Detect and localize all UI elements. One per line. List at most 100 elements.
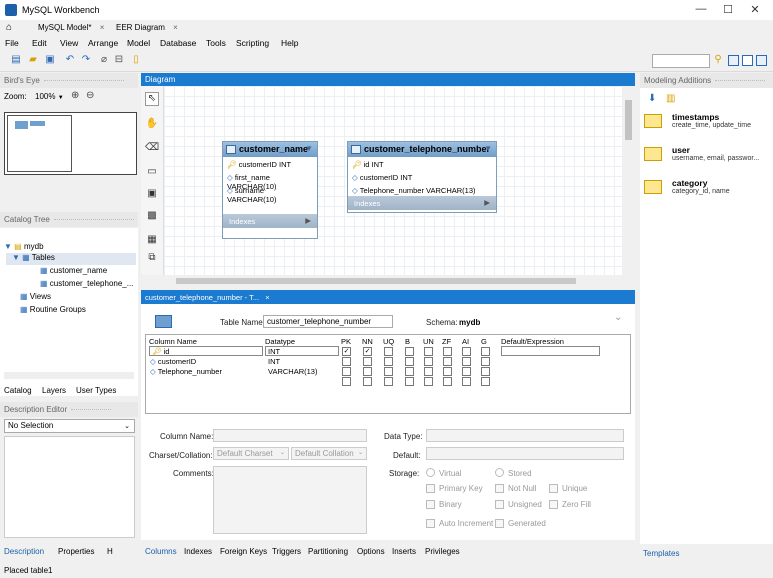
g-checkbox[interactable] — [481, 357, 490, 366]
header-nn[interactable]: NN — [362, 337, 373, 346]
cell-datatype[interactable]: INT — [265, 346, 339, 356]
birds-eye-view[interactable] — [4, 112, 137, 175]
diagram-canvas[interactable]: customer_name ▼ 🔑︎ customerID INT ◇ first… — [164, 86, 622, 275]
tab-partitioning[interactable]: Partitioning — [308, 547, 348, 556]
close-tab-icon[interactable]: × — [100, 23, 105, 32]
ai-checkbox[interactable] — [462, 367, 471, 376]
nn-checkbox[interactable] — [363, 377, 372, 386]
menu-model[interactable]: Model — [127, 38, 150, 48]
un-checkbox[interactable] — [424, 367, 433, 376]
tab-model[interactable]: MySQL Model* × — [38, 22, 104, 35]
header-ai[interactable]: AI — [462, 337, 469, 346]
layout-right-icon[interactable] — [756, 55, 767, 66]
unique-checkbox[interactable] — [549, 484, 558, 493]
tab-properties[interactable]: Properties — [58, 547, 94, 556]
tree-node-routines[interactable]: ▦ Routine Groups — [20, 305, 86, 314]
hand-icon[interactable]: ✋ — [145, 118, 159, 132]
un-checkbox[interactable] — [424, 357, 433, 366]
tree-node-views[interactable]: ▦ Views — [20, 292, 51, 301]
entity-header[interactable]: customer_name ▼ — [223, 142, 317, 157]
menu-help[interactable]: Help — [281, 38, 298, 48]
minimize-icon[interactable]: — — [694, 3, 708, 17]
header-default[interactable]: Default/Expression — [501, 337, 564, 346]
entity-customer-name[interactable]: customer_name ▼ 🔑︎ customerID INT ◇ first… — [222, 141, 318, 239]
tree-item-table[interactable]: ▦ customer_name — [40, 266, 107, 275]
close-tab-icon[interactable]: × — [265, 293, 269, 302]
open-folder-icon[interactable]: ▰ — [27, 54, 39, 66]
undo-icon[interactable]: ↶ — [64, 54, 76, 66]
charset-select[interactable]: Default Charset ⌄ — [213, 447, 289, 460]
pointer-icon[interactable]: ⇖ — [145, 92, 159, 106]
menu-arrange[interactable]: Arrange — [88, 38, 118, 48]
menu-edit[interactable]: Edit — [32, 38, 47, 48]
tab-triggers[interactable]: Triggers — [272, 547, 301, 556]
close-icon[interactable]: ✕ — [748, 3, 762, 17]
menu-file[interactable]: File — [5, 38, 19, 48]
layout-left-icon[interactable] — [728, 55, 739, 66]
diagram-vscrollbar[interactable] — [622, 86, 635, 275]
entity-indexes[interactable]: Indexes ▶ — [223, 214, 317, 228]
header-column-name[interactable]: Column Name — [149, 337, 197, 346]
search-input[interactable] — [652, 54, 710, 68]
un-checkbox[interactable] — [424, 377, 433, 386]
tab-foreign-keys[interactable]: Foreign Keys — [220, 547, 267, 556]
table-tool-icon[interactable]: ▦ — [145, 234, 159, 248]
align-icon[interactable]: ⊟ — [113, 54, 125, 66]
entity-customer-telephone-number[interactable]: customer_telephone_number ▼ 🔑︎ id INT ◇ c… — [347, 141, 497, 213]
menu-database[interactable]: Database — [160, 38, 196, 48]
eraser-icon[interactable]: ⌫ — [145, 142, 159, 156]
nn-checkbox[interactable] — [363, 357, 372, 366]
redo-icon[interactable]: ↷ — [80, 54, 92, 66]
pk-checkbox[interactable]: ✓ — [342, 347, 351, 356]
uq-checkbox[interactable] — [384, 377, 393, 386]
stored-radio[interactable] — [495, 468, 504, 477]
b-checkbox[interactable] — [405, 377, 414, 386]
b-checkbox[interactable] — [405, 347, 414, 356]
binary-checkbox[interactable] — [426, 500, 435, 509]
comments-textarea[interactable] — [213, 466, 367, 534]
cell-datatype[interactable]: INT — [268, 357, 280, 366]
zf-checkbox[interactable] — [443, 357, 452, 366]
layer-icon[interactable]: ▭ — [145, 166, 159, 180]
b-checkbox[interactable] — [405, 357, 414, 366]
g-checkbox[interactable] — [481, 367, 490, 376]
diagram-hscrollbar[interactable] — [164, 276, 622, 286]
close-tab-icon[interactable]: × — [173, 23, 178, 32]
tab-eer-diagram[interactable]: EER Diagram × — [116, 22, 178, 35]
g-checkbox[interactable] — [481, 377, 490, 386]
generated-checkbox[interactable] — [495, 519, 504, 528]
tree-node-tables[interactable]: ▼ ▦ Tables — [6, 253, 136, 265]
table-name-input[interactable]: customer_telephone_number — [263, 315, 393, 328]
collation-select[interactable]: Default Collation ⌄ — [291, 447, 367, 460]
header-b[interactable]: B — [405, 337, 410, 346]
zf-checkbox[interactable] — [443, 367, 452, 376]
entity-column[interactable]: 🔑︎ id INT — [348, 157, 496, 170]
zoom-select[interactable]: 100% ▼ — [35, 92, 64, 101]
view-tool-icon[interactable]: ⧉ — [145, 252, 159, 266]
scroll-thumb[interactable] — [176, 278, 576, 284]
header-uq[interactable]: UQ — [383, 337, 394, 346]
uq-checkbox[interactable] — [384, 357, 393, 366]
tab-indexes[interactable]: Indexes — [184, 547, 212, 556]
cell-datatype[interactable]: VARCHAR(13) — [268, 367, 317, 376]
note-icon[interactable]: ▣ — [145, 188, 159, 202]
layout-bottom-icon[interactable] — [742, 55, 753, 66]
add-snippet-icon[interactable]: ⬇ — [648, 93, 656, 104]
header-zf[interactable]: ZF — [442, 337, 451, 346]
auto-increment-checkbox[interactable] — [426, 519, 435, 528]
tree-node-schema[interactable]: ▼ ▤ mydb — [4, 242, 44, 251]
new-file-icon[interactable]: ▤ — [10, 54, 22, 66]
menu-scripting[interactable]: Scripting — [236, 38, 269, 48]
menu-view[interactable]: View — [60, 38, 78, 48]
search-icon[interactable]: ⚲ — [712, 54, 724, 66]
snippet-category[interactable]: category category_id, name — [641, 178, 769, 202]
zf-checkbox[interactable] — [443, 347, 452, 356]
tree-item-table[interactable]: ▦ customer_telephone_... — [40, 279, 133, 288]
pk-checkbox[interactable] — [342, 357, 351, 366]
page-icon[interactable]: ▯ — [130, 54, 142, 66]
editor-tab[interactable]: customer_telephone_number - T... × — [141, 290, 635, 304]
nn-checkbox[interactable]: ✓ — [363, 347, 372, 356]
entity-column[interactable]: ◇ Telephone_number VARCHAR(13) — [348, 183, 496, 196]
tree-scrollbar[interactable] — [4, 372, 134, 379]
unsigned-checkbox[interactable] — [495, 500, 504, 509]
